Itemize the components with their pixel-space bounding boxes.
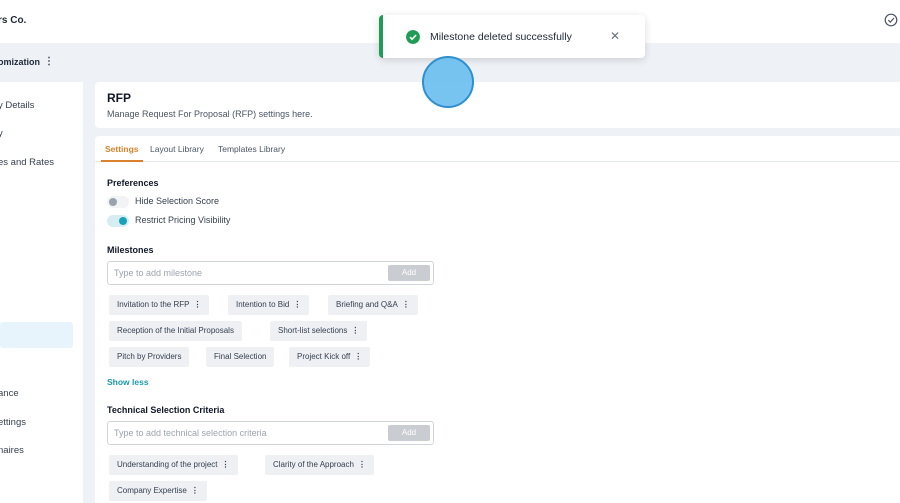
criteria-chip[interactable]: Company Expertise ⋮ (109, 481, 207, 501)
add-milestone-button[interactable]: Add (388, 265, 430, 281)
criteria-chip[interactable]: Clarity of the Approach ⋮ (265, 455, 374, 475)
section-title: omization (0, 57, 40, 67)
criteria-input[interactable] (114, 426, 384, 440)
technical-criteria-title: Technical Selection Criteria (107, 405, 225, 415)
brand-name: rs Co. (0, 15, 27, 26)
chip-label: Intention to Bid (236, 300, 290, 309)
chip-label: Clarity of the Approach (273, 460, 354, 469)
chip-label: Final Selection (214, 352, 267, 361)
tab-bar: Settings Layout Library Templates Librar… (95, 136, 900, 162)
settings-panel: Settings Layout Library Templates Librar… (95, 136, 900, 503)
page-header: RFP Manage Request For Proposal (RFP) se… (95, 82, 900, 128)
chip-menu-icon[interactable]: ⋮ (354, 347, 362, 367)
success-toast: Milestone deleted successfully ✕ (379, 15, 645, 58)
milestone-chip[interactable]: Project Kick off ⋮ (289, 347, 371, 367)
toggle-knob (109, 198, 117, 206)
chip-menu-icon[interactable]: ⋮ (193, 295, 201, 315)
chip-menu-icon[interactable]: ⋮ (351, 321, 359, 341)
milestones-title: Milestones (107, 245, 154, 255)
chip-label: Reception of the Initial Proposals (117, 326, 234, 335)
chip-label: Project Kick off (297, 352, 351, 361)
milestone-chip[interactable]: Invitation to the RFP ⋮ (109, 295, 210, 315)
hide-selection-score-toggle[interactable] (107, 196, 129, 208)
chip-menu-icon[interactable]: ⋮ (402, 295, 410, 315)
milestone-chip[interactable]: Pitch by Providers (109, 347, 190, 367)
milestone-chip[interactable]: Reception of the Initial Proposals (109, 321, 242, 341)
hide-selection-score-row: Hide Selection Score (107, 195, 307, 209)
sidebar: y Details y es and Rates ance ettings na… (0, 82, 83, 503)
page-description: Manage Request For Proposal (RFP) settin… (107, 109, 313, 119)
sidebar-item-fees-and-rates[interactable]: es and Rates (0, 157, 54, 168)
restrict-pricing-visibility-label: Restrict Pricing Visibility (135, 215, 231, 225)
restrict-pricing-row: Restrict Pricing Visibility (107, 214, 307, 228)
chip-label: Briefing and Q&A (336, 300, 398, 309)
chip-label: Company Expertise (117, 486, 187, 495)
success-check-icon (406, 30, 420, 44)
milestone-input[interactable] (114, 266, 384, 280)
chip-label: Short-list selections (278, 326, 348, 335)
milestone-chip[interactable]: Intention to Bid ⋮ (228, 295, 310, 315)
sidebar-item-details[interactable]: y Details (0, 100, 34, 111)
toast-message: Milestone deleted successfully (430, 31, 572, 43)
chip-menu-icon[interactable]: ⋮ (191, 481, 199, 501)
toggle-knob (119, 217, 127, 225)
add-criteria-button[interactable]: Add (388, 425, 430, 441)
chip-label: Pitch by Providers (117, 352, 182, 361)
sidebar-item-compliance[interactable]: ance (0, 388, 19, 399)
milestone-chip[interactable]: Final Selection (206, 347, 275, 367)
sidebar-item-settings[interactable]: ettings (0, 417, 26, 428)
pointer-indicator (422, 56, 474, 108)
criteria-chip[interactable]: Understanding of the project ⋮ (109, 455, 238, 475)
milestone-chip[interactable]: Briefing and Q&A ⋮ (328, 295, 418, 315)
toast-accent-bar (379, 15, 383, 58)
hide-selection-score-label: Hide Selection Score (135, 196, 220, 206)
chip-menu-icon[interactable]: ⋮ (222, 455, 230, 475)
page-title: RFP (107, 91, 131, 105)
tab-templates-library[interactable]: Templates Library (218, 144, 285, 154)
criteria-input-group: Add (107, 421, 434, 445)
milestone-input-group: Add (107, 261, 434, 285)
more-options-icon[interactable]: ⋮ (44, 56, 54, 67)
close-icon[interactable]: ✕ (609, 29, 621, 43)
tab-layout-library[interactable]: Layout Library (150, 144, 204, 154)
sidebar-item-active[interactable] (0, 322, 73, 348)
milestone-chip[interactable]: Short-list selections ⋮ (270, 321, 368, 341)
tab-settings[interactable]: Settings (105, 144, 139, 154)
chip-label: Invitation to the RFP (117, 300, 190, 309)
chip-menu-icon[interactable]: ⋮ (358, 455, 366, 475)
sidebar-item-questionnaires[interactable]: naires (0, 445, 24, 456)
chip-label: Understanding of the project (117, 460, 218, 469)
sidebar-item-2[interactable]: y (0, 128, 3, 139)
preferences-title: Preferences (107, 178, 159, 188)
show-less-link[interactable]: Show less (107, 377, 149, 387)
chip-menu-icon[interactable]: ⋮ (293, 295, 301, 315)
check-circle-icon[interactable] (884, 13, 898, 27)
active-tab-indicator (101, 160, 143, 162)
restrict-pricing-visibility-toggle[interactable] (107, 215, 129, 227)
